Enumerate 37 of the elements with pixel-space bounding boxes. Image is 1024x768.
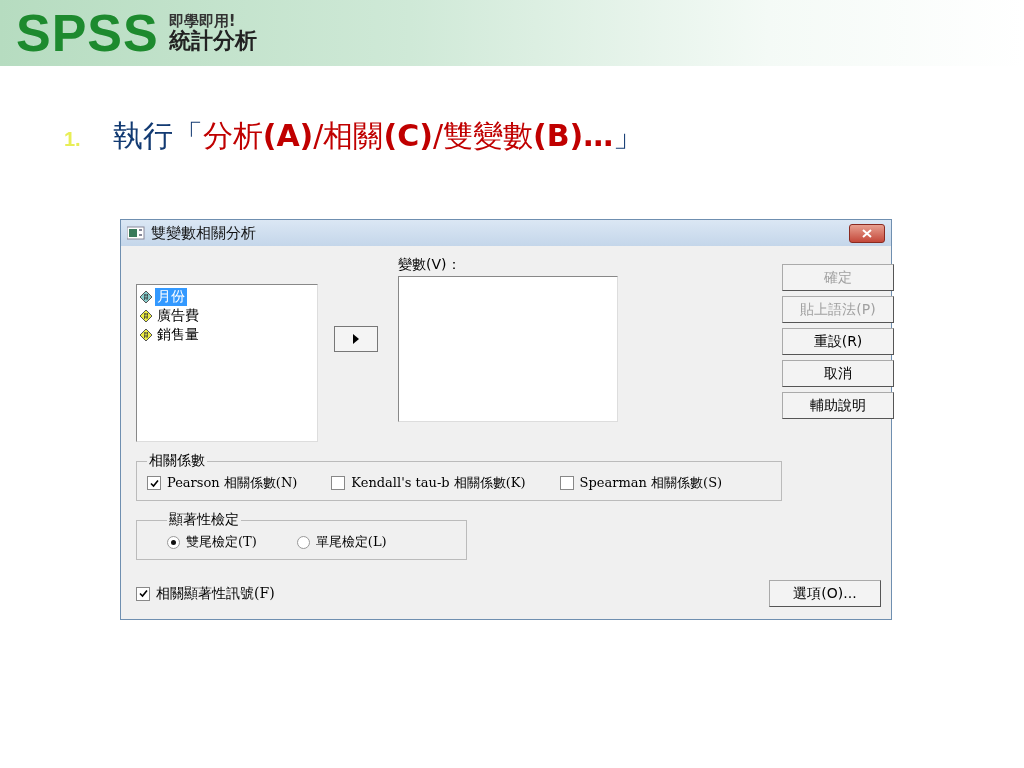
right-arrow-icon xyxy=(353,334,359,344)
logo-text: SPSS xyxy=(16,3,159,63)
close-button[interactable] xyxy=(849,223,885,243)
close-icon xyxy=(862,228,872,238)
option-label: 單尾檢定(L) xyxy=(315,533,387,551)
option-label: 雙尾檢定(T) xyxy=(186,533,257,551)
group-title: 相關係數 xyxy=(148,452,206,470)
dialog-button[interactable]: 取消 xyxy=(782,360,894,387)
list-item[interactable]: 銷售量 xyxy=(155,325,201,344)
scale-variable-icon xyxy=(139,308,153,323)
move-button[interactable] xyxy=(334,326,378,352)
option-label: Spearman 相關係數(S) xyxy=(579,474,723,492)
tagline: 即學即用! xyxy=(168,12,236,30)
window-title: 雙變數相關分析 xyxy=(151,223,257,243)
menu-path: 分析(A)/相關(C)/雙變數(B)… xyxy=(202,117,614,155)
option-label: Kendall's tau-b 相關係數(K) xyxy=(351,474,526,492)
scale-variable-icon xyxy=(139,289,153,304)
checkbox[interactable] xyxy=(147,476,161,490)
radio-button[interactable] xyxy=(167,535,180,549)
option-label: Pearson 相關係數(N) xyxy=(167,474,298,492)
step-number: 1. xyxy=(64,128,81,151)
step-text: 執行「 xyxy=(112,117,203,155)
option-label: 相關顯著性訊號(F) xyxy=(156,584,275,603)
dialog-button[interactable]: 重設(R) xyxy=(782,328,894,355)
checkbox[interactable] xyxy=(136,586,150,601)
scale-variable-icon xyxy=(139,327,153,342)
list-item[interactable]: 廣告費 xyxy=(155,306,201,325)
radio-button[interactable] xyxy=(296,535,310,549)
checkbox[interactable] xyxy=(331,476,346,490)
checkbox[interactable] xyxy=(559,476,574,490)
field-label: 變數(V)： xyxy=(398,256,462,274)
group-title: 顯著性檢定 xyxy=(168,511,240,529)
dialog-button[interactable]: 輔助說明 xyxy=(782,392,894,419)
step-text: 」 xyxy=(613,117,644,155)
window-icon xyxy=(127,226,145,240)
options-button[interactable]: 選項(O)... xyxy=(769,580,881,607)
subtitle: 統計分析 xyxy=(168,29,257,54)
